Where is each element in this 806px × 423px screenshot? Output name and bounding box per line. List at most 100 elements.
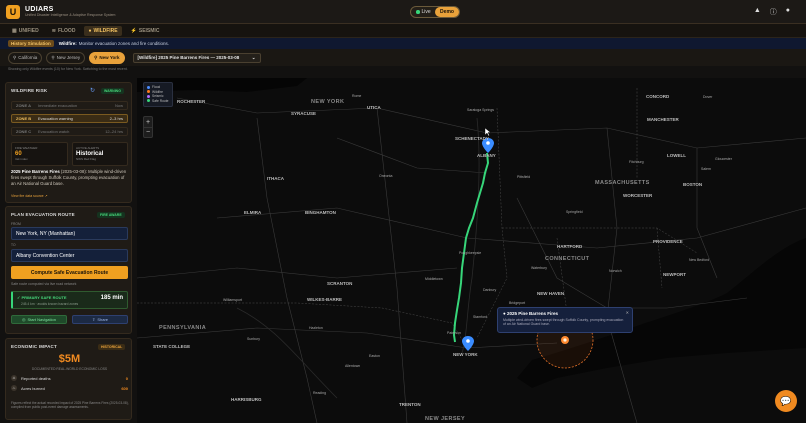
popup-text: Multiple wind-driven fires swept through… [503, 317, 624, 326]
warning-icon[interactable]: ▲ [754, 7, 761, 17]
start-marker[interactable] [462, 336, 474, 351]
waves-icon: ≋ [51, 27, 56, 34]
fire-data-source-link[interactable]: View fire data source ↗ [11, 194, 48, 198]
city-danbury: Danbury [483, 288, 497, 292]
pin-icon: ⚲ [51, 54, 55, 60]
sidebar: WILDFIRE RISK ↻ WARNING ZONE A Immediate … [5, 82, 132, 420]
city-easton: Easton [369, 354, 380, 358]
cursor-icon [484, 127, 492, 137]
city-rome: Rome [352, 94, 362, 98]
zone-time: 2–3 hrs [109, 116, 123, 121]
historical-badge: HISTORICAL [98, 344, 126, 350]
map-legend: Flood Wildfire Seismic Safe Route [143, 82, 173, 107]
chat-button[interactable]: 💬 [775, 390, 797, 412]
city-schenectady: SCHENECTADY [455, 136, 489, 141]
city-providence: PROVIDENCE [653, 239, 683, 244]
live-mode-option[interactable]: Live [411, 9, 435, 15]
banner-label: Wildfire: [58, 41, 77, 46]
city-waterbury: Waterbury [531, 266, 548, 270]
city-hazleton: Hazleton [309, 326, 323, 330]
zone-text: Immediate evacuation [38, 103, 78, 108]
tab-wildfire[interactable]: ● WILDFIRE [84, 25, 122, 36]
event-select-value: [Wildfire] 2025 Pine Barrens Fires — 202… [137, 55, 240, 60]
start-navigation-button[interactable]: ◎ Start Navigation [11, 315, 67, 324]
map-canvas[interactable]: ROCHESTER NEW YORK UTICA SYRACUSE Rome S… [137, 78, 806, 423]
legend-label: Seismic [152, 94, 164, 99]
location-label: New York [99, 55, 120, 60]
card-title: ECONOMIC IMPACT [11, 344, 57, 349]
wildfire-risk-card: WILDFIRE RISK ↻ WARNING ZONE A Immediate … [5, 82, 132, 203]
economic-footnote: Figures reflect the actual recorded impa… [11, 401, 129, 409]
zoom-in-button[interactable]: + [144, 117, 152, 127]
zone-c-row[interactable]: ZONE C Evacuation watch 12–24 hrs [11, 127, 128, 136]
pin-icon: ⚲ [13, 54, 17, 60]
city-concord: CONCORD [646, 94, 670, 99]
event-select[interactable]: [Wildfire] 2025 Pine Barrens Fires — 202… [132, 52, 261, 63]
route-title-text: PRIMARY SAFE ROUTE [21, 295, 67, 300]
demo-mode-option[interactable]: Demo [435, 7, 459, 17]
city-ithaca: ITHACA [267, 176, 284, 181]
from-label: FROM [11, 222, 21, 226]
tab-flood[interactable]: ≋ FLOOD [48, 26, 80, 36]
popup-close-button[interactable]: ✕ [626, 310, 629, 315]
row-value: 600 [121, 385, 128, 391]
zone-label: ZONE B [16, 116, 32, 121]
acres-burned-row: ♨ Acres burned 600 [11, 385, 128, 391]
rivers [236, 117, 480, 399]
legend-safe-route: Safe Route [147, 99, 169, 104]
app-root: U UDIARS Unified Disaster Intelligence &… [0, 0, 806, 423]
zone-time: Now [114, 103, 123, 108]
city-lowell: LOWELL [667, 153, 686, 158]
zone-b-row[interactable]: ZONE B Evacuation warning 2–3 hrs [11, 114, 128, 123]
state-new-york: NEW YORK [311, 99, 345, 105]
user-icon[interactable]: ● [786, 7, 790, 17]
tab-unified[interactable]: ▦ UNIFIED [8, 26, 43, 36]
city-scranton: SCRANTON [327, 281, 353, 286]
to-label: TO [11, 243, 16, 247]
location-new-york[interactable]: ⚲ New York [89, 51, 125, 64]
city-poughkeepsie: Poughkeepsie [459, 251, 482, 255]
warning-badge: WARNING [101, 88, 124, 94]
from-input[interactable]: New York, NY (Manhattan) [11, 227, 128, 240]
to-input[interactable]: Albany Convention Center [11, 249, 128, 262]
active-alerts-unit: NWS Red Flag [76, 157, 97, 161]
fire-icon: ● [88, 27, 92, 34]
card-title: WILDFIRE RISK [11, 88, 48, 93]
skull-icon: ☠ [11, 375, 17, 381]
city-fitchburg: Fitchburg [629, 160, 644, 164]
zoom-controls: + − [143, 116, 153, 138]
city-norwich: Norwich [609, 269, 622, 273]
city-stamford: Stamford [473, 315, 488, 319]
info-icon[interactable]: ⓘ [770, 7, 777, 17]
refresh-icon[interactable]: ↻ [90, 87, 95, 94]
city-hartford: HARTFORD [557, 244, 583, 249]
app-logo: U [6, 4, 20, 19]
location-california[interactable]: ⚲ California [8, 51, 43, 64]
location-label: California [18, 55, 38, 60]
active-alerts-box: ACTIVE ALERTS Historical NWS Red Flag [72, 142, 128, 166]
location-new-jersey[interactable]: ⚲ New Jersey [46, 51, 86, 64]
share-icon: ⇪ [91, 317, 96, 322]
tab-seismic[interactable]: ⚡ SEISMIC [127, 26, 164, 36]
route-title: ✓ PRIMARY SAFE ROUTE [17, 295, 67, 300]
share-button[interactable]: ⇪ Share [72, 315, 128, 324]
row-label: Acres burned [21, 385, 45, 391]
zone-time: 12–24 hrs [105, 129, 123, 134]
mode-toggle[interactable]: Live Demo [410, 6, 460, 18]
mode-banner: History Simulation Wildfire: Monitor eva… [0, 38, 806, 49]
city-trenton: TRENTON [399, 402, 421, 407]
city-boston: BOSTON [683, 182, 703, 187]
city-springfield: Springfield [566, 210, 583, 214]
zone-a-row[interactable]: ZONE A Immediate evacuation Now [11, 101, 128, 110]
active-alerts-label: ACTIVE ALERTS [76, 146, 100, 150]
compute-route-button[interactable]: Compute Safe Evacuation Route [11, 266, 128, 279]
city-oneonta: Oneonta [379, 174, 393, 178]
zoom-out-button[interactable]: − [144, 127, 152, 137]
safe-route-line[interactable] [453, 152, 489, 343]
city-reading: Reading [313, 391, 327, 395]
card-title: PLAN EVACUATION ROUTE [11, 212, 75, 217]
city-state-college: STATE COLLEGE [153, 344, 191, 349]
fire-aware-badge: FIRE AWARE [97, 212, 125, 218]
brand: UDIARS Unified Disaster Intelligence & A… [25, 6, 115, 18]
city-syracuse: SYRACUSE [291, 111, 317, 116]
